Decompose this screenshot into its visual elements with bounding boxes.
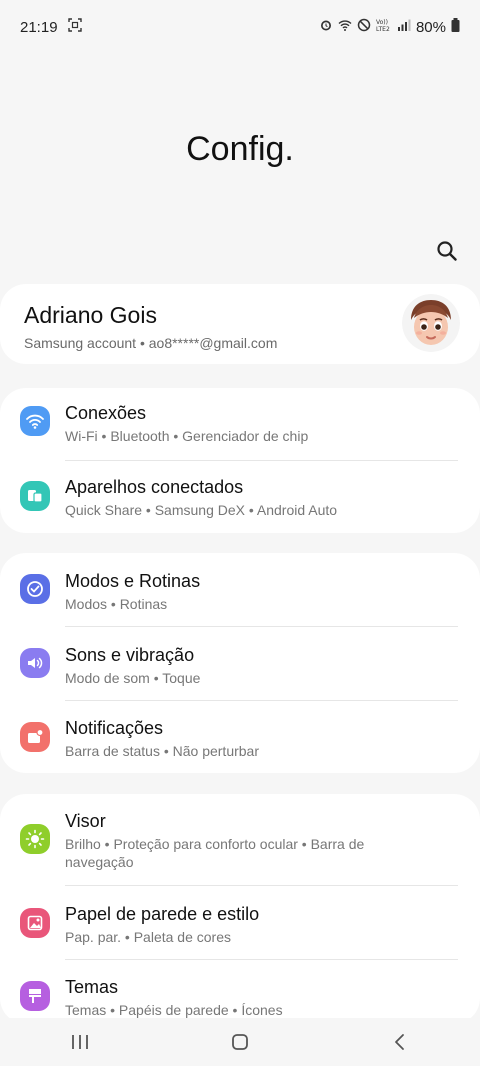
item-subtitle: Modo de som • Toque <box>65 670 201 686</box>
item-subtitle: Wi-Fi • Bluetooth • Gerenciador de chip <box>65 428 309 444</box>
item-subtitle: Temas • Papéis de parede • Ícones <box>65 1002 283 1018</box>
item-title: Notificações <box>65 718 164 738</box>
settings-group-display: Visor Brilho • Proteção para conforto oc… <box>0 794 480 1024</box>
battery-icon <box>451 18 460 36</box>
settings-item-themes[interactable]: Temas Temas • Papéis de parede • Ícones <box>0 960 480 1024</box>
item-title: Temas <box>65 977 119 997</box>
item-subtitle: Quick Share • Samsung DeX • Android Auto <box>65 502 338 518</box>
recents-icon <box>72 1035 88 1049</box>
back-button[interactable] <box>370 1022 430 1062</box>
do-not-disturb-icon <box>357 18 371 36</box>
status-bar: 21:19 Vo)) LTE2 80% <box>0 0 480 54</box>
item-title: Sons e vibração <box>65 645 195 665</box>
signal-icon <box>397 18 411 36</box>
item-title: Aparelhos conectados <box>65 477 244 497</box>
settings-item-sounds-vibration[interactable]: Sons e vibração Modo de som • Toque <box>0 627 480 700</box>
item-subtitle: Modos • Rotinas <box>65 596 168 612</box>
svg-text:LTE2: LTE2 <box>376 26 390 32</box>
devices-icon <box>20 481 50 511</box>
wifi-status-icon <box>338 18 352 36</box>
image-icon <box>20 908 50 938</box>
settings-group-sounds: Modos e Rotinas Modos • Rotinas Sons e v… <box>0 553 480 773</box>
wifi-icon <box>20 406 50 436</box>
home-icon <box>232 1034 248 1050</box>
item-subtitle: Brilho • Proteção para conforto ocular •… <box>65 836 365 870</box>
clock: 21:19 <box>20 18 58 36</box>
item-subtitle: Pap. par. • Paleta de cores <box>65 929 232 945</box>
item-subtitle: Barra de status • Não perturbar <box>65 743 259 759</box>
brush-icon <box>20 981 50 1011</box>
page-title: Config. <box>186 130 294 168</box>
search-icon <box>437 241 457 261</box>
settings-item-wallpaper-style[interactable]: Papel de parede e estilo Pap. par. • Pal… <box>0 886 480 959</box>
settings-group-connections: Conexões Wi-Fi • Bluetooth • Gerenciador… <box>0 388 480 533</box>
account-name: Adriano Gois <box>24 302 157 328</box>
sun-icon <box>20 824 50 854</box>
navigation-bar <box>0 1018 480 1066</box>
volte-icon: Vo)) LTE2 <box>376 18 392 36</box>
settings-item-modes-routines[interactable]: Modos e Rotinas Modos • Rotinas <box>0 553 480 626</box>
alarm-icon <box>319 18 333 36</box>
item-title: Visor <box>65 811 106 831</box>
recents-button[interactable] <box>50 1022 110 1062</box>
svg-text:Vo)): Vo)) <box>376 19 388 26</box>
settings-item-connected-devices[interactable]: Aparelhos conectados Quick Share • Samsu… <box>0 461 480 533</box>
item-title: Conexões <box>65 403 147 423</box>
battery-percent: 80% <box>415 18 446 36</box>
speaker-icon <box>20 648 50 678</box>
search-button[interactable] <box>432 236 462 266</box>
settings-item-connections[interactable]: Conexões Wi-Fi • Bluetooth • Gerenciador… <box>0 388 480 460</box>
back-icon <box>395 1034 404 1050</box>
account-card[interactable]: Adriano Gois Samsung account • ao8*****@… <box>0 284 480 364</box>
home-button[interactable] <box>210 1022 270 1062</box>
settings-item-display[interactable]: Visor Brilho • Proteção para conforto oc… <box>0 794 480 884</box>
item-title: Papel de parede e estilo <box>65 904 260 924</box>
item-title: Modos e Rotinas <box>65 571 201 591</box>
account-subtitle: Samsung account • ao8*****@gmail.com <box>24 335 278 351</box>
settings-item-notifications[interactable]: Notificações Barra de status • Não pertu… <box>0 701 480 773</box>
check-circle-icon <box>20 574 50 604</box>
avatar[interactable] <box>402 294 460 352</box>
notification-icon <box>20 722 50 752</box>
screenshot-icon <box>67 18 82 36</box>
